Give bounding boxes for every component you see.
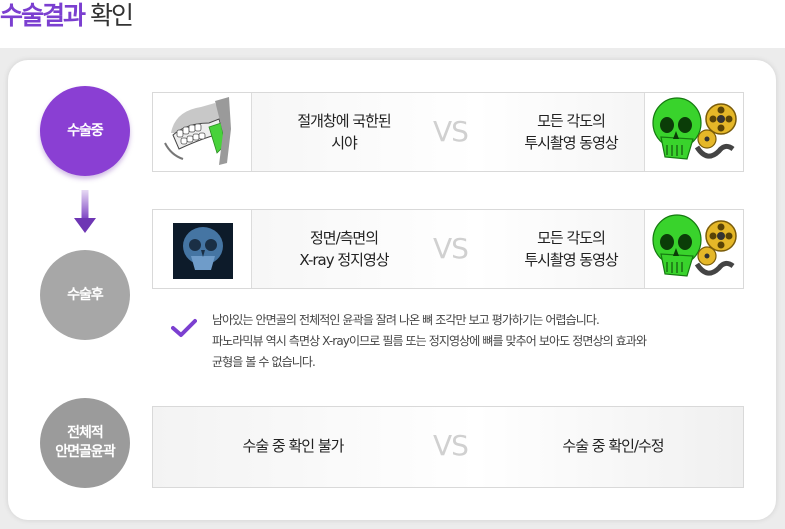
left-line2: 시야 xyxy=(331,134,358,152)
page-title: 수술결과 확인 xyxy=(0,0,134,32)
panel-right-text: 모든 각도의 투시촬영 동영상 xyxy=(503,227,639,271)
panel-right-text: 모든 각도의 투시촬영 동영상 xyxy=(503,110,639,154)
stage-label-line1: 전체적 xyxy=(67,425,104,441)
left-line2: X-ray 정지영상 xyxy=(299,251,389,269)
comparison-row-surgery: 절개창에 국한된 시야 VS 모든 각도의 투시촬영 동영상 xyxy=(152,92,744,172)
stage-label-line2: 안면골윤곽 xyxy=(55,444,115,460)
jaw-incision-thumbnail xyxy=(153,93,252,171)
stage-label: 수술중 xyxy=(67,122,104,139)
vs-label: VS xyxy=(433,232,469,265)
skull-film-thumbnail xyxy=(644,210,743,288)
note-line2: 파노라믹뷰 역시 측면상 X-ray이므로 필름 또는 정지영상에 뼈를 맞추어… xyxy=(212,334,647,348)
panel-left-text: 절개창에 국한된 시야 xyxy=(251,110,437,154)
stage-circle-after: 수술후 xyxy=(40,250,130,340)
right-line1: 모든 각도의 xyxy=(537,229,606,247)
left-line1: 정면/측면의 xyxy=(309,229,379,247)
panel-left-text: 정면/측면의 X-ray 정지영상 xyxy=(251,227,437,271)
skull-film-thumbnail xyxy=(644,93,743,171)
xray-skull-icon xyxy=(173,223,233,279)
right-line2: 투시촬영 동영상 xyxy=(524,134,618,152)
stage-circle-surgery: 수술중 xyxy=(40,86,130,176)
stage-label: 수술후 xyxy=(67,286,104,303)
comparison-row-whole: 수술 중 확인 불가 VS 수술 중 확인/수정 xyxy=(152,406,744,488)
arrow-down-icon xyxy=(74,190,96,233)
title-rest: 확인 xyxy=(84,1,134,30)
comparison-row-after: 정면/측면의 X-ray 정지영상 VS 모든 각도의 투시촬영 동영상 xyxy=(152,209,744,289)
note-line1: 남아있는 안면골의 전체적인 윤곽을 잘려 나온 뼈 조각만 보고 평가하기는 … xyxy=(212,313,600,327)
panel-right-text: 수술 중 확인/수정 xyxy=(562,437,664,455)
skull-film-icon xyxy=(652,97,737,160)
left-line1: 절개창에 국한된 xyxy=(297,112,391,130)
right-line2: 투시촬영 동영상 xyxy=(524,251,618,269)
skull-film-icon xyxy=(652,214,737,277)
panel-left-text: 수술 중 확인 불가 xyxy=(242,437,345,455)
explanation-note: 남아있는 안면골의 전체적인 윤곽을 잘려 나온 뼈 조각만 보고 평가하기는 … xyxy=(212,310,752,373)
note-line3: 균형을 볼 수 없습니다. xyxy=(212,355,316,369)
jaw-incision-icon xyxy=(164,97,231,165)
title-accent: 수술결과 xyxy=(0,1,86,30)
vs-label: VS xyxy=(433,429,469,462)
right-line1: 모든 각도의 xyxy=(537,112,606,130)
xray-thumbnail xyxy=(153,210,252,288)
stage-circle-whole: 전체적안면골윤곽 xyxy=(40,398,130,488)
check-icon xyxy=(171,319,197,337)
vs-label: VS xyxy=(433,115,469,148)
